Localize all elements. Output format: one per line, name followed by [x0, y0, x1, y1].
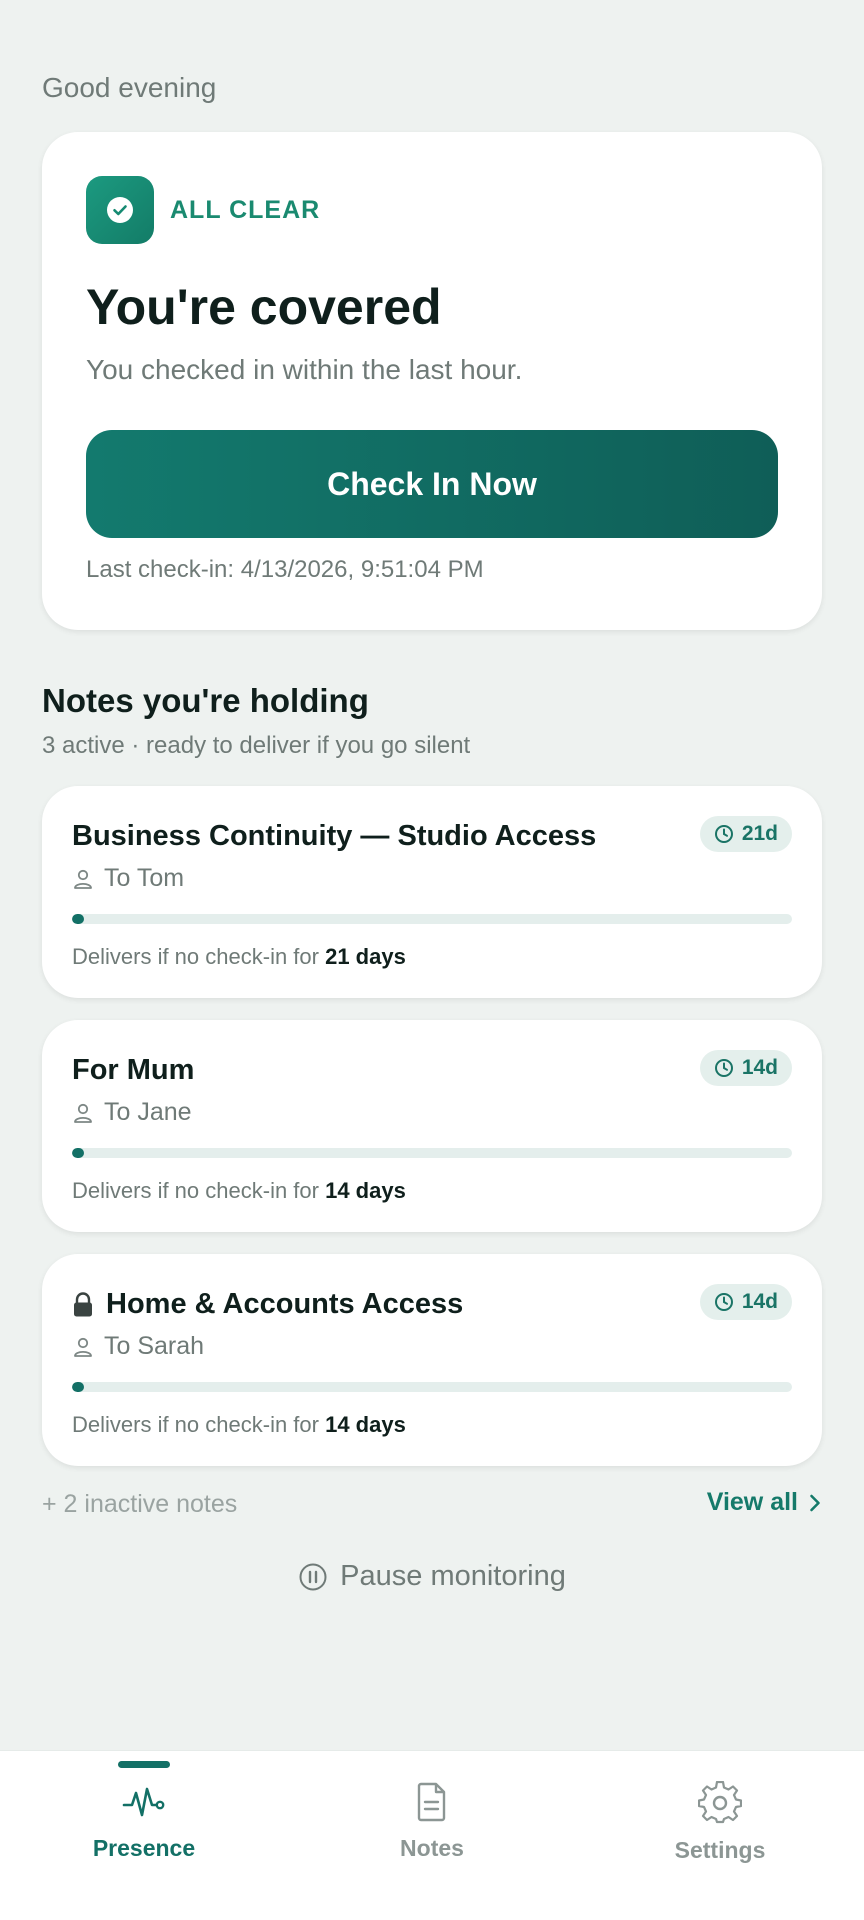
nav-label-presence: Presence: [92, 1835, 196, 1861]
badge-text: 21d: [741, 822, 778, 845]
person-icon: [74, 1103, 92, 1123]
status-row: ALL CLEAR: [86, 176, 320, 244]
clock-icon: [714, 1059, 733, 1077]
note-title: For Mum: [72, 1054, 195, 1086]
status-subtitle: You checked in within the last hour.: [86, 354, 523, 385]
delivery-condition: Delivers if no check-in for 14 days: [72, 1178, 406, 1204]
note-recipient: To Sarah: [72, 1332, 204, 1361]
bottom-nav: Presence Notes Settings: [0, 1750, 864, 1920]
pulse-icon: [122, 1787, 165, 1817]
notes-section-subtitle: 3 active · ready to deliver if you go si…: [42, 732, 471, 759]
badge-text: 14d: [741, 1290, 778, 1313]
chevron-right-icon: [810, 1494, 820, 1511]
countdown-badge: 14d: [699, 1050, 792, 1086]
nav-tab-notes[interactable]: Notes: [288, 1751, 576, 1920]
clock-icon: [714, 1293, 733, 1311]
delivery-progress: [72, 1148, 792, 1158]
countdown-badge: 14d: [699, 1284, 792, 1320]
note-title-row: Home & Accounts Access: [72, 1288, 463, 1321]
note-title: Business Continuity — Studio Access: [72, 820, 597, 852]
note-card[interactable]: Business Continuity — Studio Access 21d …: [42, 786, 822, 998]
inactive-notes-text: + 2 inactive notes: [42, 1490, 238, 1518]
gear-icon: [698, 1781, 742, 1824]
note-title-row: Business Continuity — Studio Access: [72, 820, 596, 853]
countdown-badge: 21d: [699, 816, 792, 852]
delivery-progress: [72, 914, 792, 924]
last-checkin-text: Last check-in: 4/13/2026, 9:51:04 PM: [86, 556, 484, 583]
person-icon: [74, 869, 92, 889]
delivery-prefix: Delivers if no check-in for: [72, 944, 326, 969]
delivery-days: 14 days: [325, 1178, 406, 1203]
view-all-label: View all: [706, 1488, 798, 1516]
status-card: ALL CLEAR You're covered You checked in …: [42, 132, 822, 630]
document-icon: [417, 1782, 446, 1822]
progress-fill: [72, 1382, 84, 1392]
clock-icon: [714, 825, 733, 843]
pause-monitoring-button[interactable]: Pause monitoring: [0, 1560, 864, 1593]
delivery-condition: Delivers if no check-in for 14 days: [72, 1412, 406, 1438]
nav-tab-settings[interactable]: Settings: [576, 1751, 864, 1920]
recipient-name: To Jane: [104, 1098, 192, 1126]
view-all-link[interactable]: View all: [707, 1488, 822, 1517]
home-screen: Good evening ALL CLEAR You're covered Yo…: [0, 0, 864, 1920]
note-recipient: To Tom: [72, 864, 184, 893]
pause-label: Pause monitoring: [340, 1560, 566, 1592]
delivery-condition: Delivers if no check-in for 21 days: [72, 944, 406, 970]
person-icon: [74, 1337, 92, 1357]
active-tab-indicator: [118, 1761, 170, 1768]
check-circle-icon: [86, 176, 154, 244]
nav-label-settings: Settings: [674, 1837, 766, 1863]
delivery-prefix: Delivers if no check-in for: [72, 1412, 326, 1437]
delivery-days: 14 days: [325, 1412, 406, 1437]
check-in-now-button[interactable]: Check In Now: [86, 430, 778, 538]
recipient-name: To Sarah: [104, 1332, 205, 1360]
note-card[interactable]: For Mum 14d To Jane Delivers if no check…: [42, 1020, 822, 1232]
note-card[interactable]: Home & Accounts Access 14d To Sarah Deli…: [42, 1254, 822, 1466]
nav-tab-presence[interactable]: Presence: [0, 1751, 288, 1920]
delivery-prefix: Delivers if no check-in for: [72, 1178, 326, 1203]
progress-fill: [72, 914, 84, 924]
note-title-row: For Mum: [72, 1054, 194, 1087]
progress-fill: [72, 1148, 84, 1158]
status-title: You're covered: [86, 279, 442, 335]
notes-section-title: Notes you're holding: [42, 682, 369, 719]
status-label: ALL CLEAR: [170, 195, 321, 224]
badge-text: 14d: [741, 1056, 778, 1079]
nav-label-notes: Notes: [400, 1835, 464, 1861]
lock-icon: [72, 1291, 94, 1318]
delivery-days: 21 days: [325, 944, 406, 969]
note-recipient: To Jane: [72, 1098, 192, 1127]
note-title: Home & Accounts Access: [106, 1288, 464, 1320]
recipient-name: To Tom: [104, 864, 185, 892]
greeting: Good evening: [42, 72, 217, 103]
pause-circle-icon: [299, 1563, 327, 1590]
delivery-progress: [72, 1382, 792, 1392]
